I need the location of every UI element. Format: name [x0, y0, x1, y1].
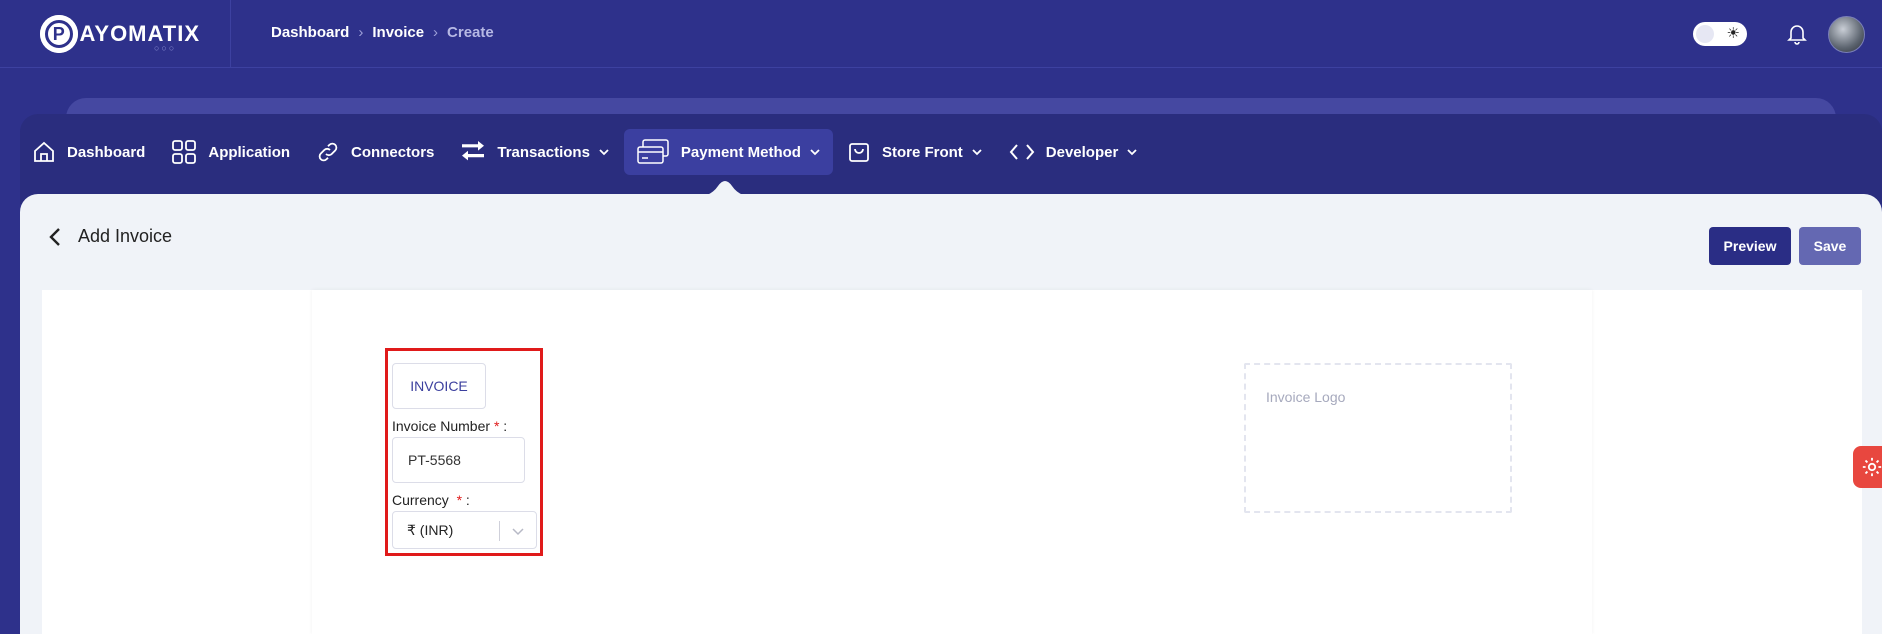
bag-icon [849, 143, 869, 162]
nav-item-connectors[interactable]: Connectors [304, 129, 446, 175]
nav-item-store-front[interactable]: Store Front [835, 129, 995, 175]
nav-label: Payment Method [680, 143, 801, 161]
settings-tab[interactable] [1853, 446, 1882, 488]
logo-text: AYOMATIX [79, 21, 200, 46]
nav-label: Dashboard [67, 143, 146, 161]
breadcrumb-create: Create [447, 24, 494, 41]
invoice-logo-upload[interactable]: Invoice Logo [1244, 363, 1512, 513]
label-colon: : [503, 418, 508, 434]
invoice-title-field[interactable]: INVOICE [392, 363, 486, 409]
chevron-down-icon [972, 149, 982, 156]
page-header: Add Invoice [48, 226, 172, 247]
home-icon [34, 141, 54, 162]
bell-icon[interactable] [1785, 21, 1809, 47]
back-arrow-icon[interactable] [48, 227, 64, 247]
main-nav: Dashboard Application Connectors Transac… [20, 128, 1152, 176]
invoice-number-label-text: Invoice Number [392, 418, 491, 434]
cards-icon [637, 139, 669, 164]
invoice-number-input[interactable]: PT-5568 [392, 437, 525, 483]
currency-selected-value: ₹ (INR) [407, 521, 454, 538]
invoice-logo-placeholder: Invoice Logo [1266, 389, 1346, 405]
nav-item-dashboard[interactable]: Dashboard [20, 129, 157, 175]
invoice-number-label: Invoice Number * : [392, 418, 507, 434]
chevron-down-icon[interactable] [510, 523, 526, 539]
nav-label: Application [208, 143, 291, 161]
save-button[interactable]: Save [1799, 227, 1861, 265]
logo-initial: P [44, 20, 73, 48]
currency-label-text: Currency [392, 492, 449, 508]
theme-toggle[interactable]: ☀ [1693, 22, 1747, 46]
nav-label: Transactions [497, 143, 590, 161]
currency-label: Currency * : [392, 492, 470, 508]
page-title: Add Invoice [78, 226, 173, 246]
breadcrumb: Dashboard › Invoice › Create [271, 24, 494, 41]
breadcrumb-separator-icon: › [433, 24, 439, 41]
breadcrumb-dashboard[interactable]: Dashboard [271, 24, 349, 41]
gear-icon [1862, 457, 1882, 477]
chevron-down-icon [599, 149, 609, 156]
nav-item-payment-method[interactable]: Payment Method [623, 129, 833, 175]
nav-label: Connectors [351, 143, 435, 161]
toggle-knob [1696, 25, 1714, 43]
sun-icon: ☀ [1726, 25, 1740, 42]
transfer-icon [462, 141, 485, 161]
breadcrumb-separator-icon: › [358, 24, 364, 41]
payomatix-logo[interactable]: P AYOMATIX ○○○ [40, 12, 200, 56]
avatar[interactable] [1828, 16, 1865, 53]
required-mark: * [456, 492, 463, 508]
nav-item-transactions[interactable]: Transactions [448, 129, 622, 175]
breadcrumb-invoice[interactable]: Invoice [372, 24, 424, 41]
active-nav-notch [690, 181, 760, 198]
select-divider [499, 521, 500, 541]
preview-button[interactable]: Preview [1709, 227, 1791, 265]
top-bar: P AYOMATIX ○○○ Dashboard › Invoice › Cre… [0, 0, 1882, 68]
label-colon: : [465, 492, 470, 508]
logo-mark: P [40, 15, 78, 53]
nav-label: Store Front [881, 143, 963, 161]
chevron-down-icon [810, 149, 820, 156]
chevron-down-icon [1127, 149, 1137, 156]
nav-label: Developer [1045, 143, 1119, 161]
logo-dots: ○○○ [154, 43, 177, 53]
nav-item-application[interactable]: Application [159, 129, 302, 175]
header-divider [230, 0, 231, 68]
nav-item-developer[interactable]: Developer [997, 129, 1151, 175]
link-icon [318, 142, 338, 162]
required-mark: * [493, 418, 500, 434]
code-icon [1009, 144, 1035, 160]
grid-icon [172, 140, 197, 164]
currency-select[interactable]: ₹ (INR) [392, 511, 537, 549]
